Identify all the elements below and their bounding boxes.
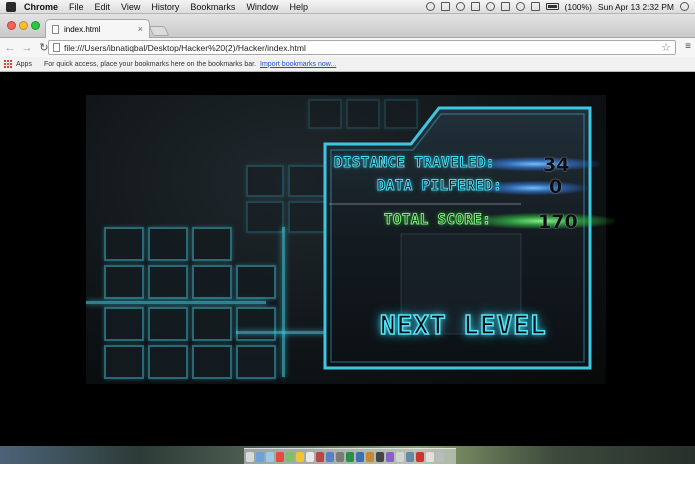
- grid-tile: [148, 265, 188, 299]
- data-pilfered-label: DATA PILFERED:: [376, 178, 503, 195]
- total-score-label: TOTAL SCORE:: [383, 212, 492, 229]
- skype-icon[interactable]: [425, 2, 435, 11]
- bookmarks-bar: Apps For quick access, place your bookma…: [0, 57, 695, 72]
- chat-icon[interactable]: [455, 2, 465, 11]
- app-icon[interactable]: [346, 451, 354, 462]
- downloads-stack-icon[interactable]: [426, 451, 434, 462]
- battery-percent: (100%): [564, 1, 592, 12]
- grid-tile: [246, 201, 284, 233]
- menu-bookmarks[interactable]: Bookmarks: [190, 2, 235, 12]
- data-row: DATA PILFERED:: [376, 178, 503, 195]
- menu-edit[interactable]: Edit: [95, 2, 111, 12]
- menu-file[interactable]: File: [69, 2, 84, 12]
- data-pilfered-value: 0: [549, 176, 563, 198]
- app-icon[interactable]: [356, 451, 364, 462]
- apps-grid-icon[interactable]: [4, 60, 12, 68]
- zoom-window-button[interactable]: [31, 21, 40, 30]
- grid-tile: [104, 227, 144, 261]
- time-machine-icon[interactable]: [485, 2, 495, 11]
- distance-value: 34: [543, 154, 570, 176]
- grid-tile: [192, 227, 232, 261]
- calendar-icon[interactable]: [306, 451, 314, 462]
- close-window-button[interactable]: [7, 21, 16, 30]
- page-icon: [52, 24, 59, 34]
- grid-tile: [104, 307, 144, 341]
- launchpad-icon[interactable]: [256, 451, 264, 462]
- grid-tile: [236, 307, 276, 341]
- circuit-line: [86, 301, 266, 304]
- import-bookmarks-link[interactable]: Import bookmarks now...: [260, 61, 336, 68]
- new-tab-button[interactable]: [148, 26, 170, 36]
- grid-tile: [148, 307, 188, 341]
- notes-icon[interactable]: [296, 451, 304, 462]
- url-text[interactable]: file:///Users/ibnatiqbal/Desktop/Hacker%…: [64, 43, 306, 53]
- dropbox-icon[interactable]: [440, 2, 450, 11]
- bookmarks-hint: For quick access, place your bookmarks h…: [43, 60, 257, 68]
- grid-tile: [246, 165, 284, 197]
- display-icon[interactable]: [470, 2, 480, 11]
- bookmark-star-icon[interactable]: ☆: [661, 41, 671, 54]
- wifi-icon[interactable]: [515, 2, 525, 11]
- tab-title: index.html: [64, 24, 101, 34]
- grid-tile: [192, 307, 232, 341]
- total-score-value: 170: [538, 211, 578, 233]
- apps-shortcut[interactable]: Apps: [16, 61, 32, 68]
- spotlight-search-icon[interactable]: [680, 2, 689, 11]
- safari-icon[interactable]: [266, 451, 274, 462]
- menu-history[interactable]: History: [151, 2, 179, 12]
- address-bar[interactable]: file:///Users/ibnatiqbal/Desktop/Hacker%…: [48, 40, 676, 55]
- grid-tile: [148, 345, 188, 379]
- menu-view[interactable]: View: [121, 2, 140, 12]
- grid-tile: [192, 345, 232, 379]
- app-store-icon[interactable]: [326, 451, 334, 462]
- grid-tile: [192, 265, 232, 299]
- app-icon[interactable]: [366, 451, 374, 462]
- clock[interactable]: Sun Apr 13 2:32 PM: [598, 2, 674, 12]
- app-icon[interactable]: [386, 451, 394, 462]
- forward-arrow-icon[interactable]: →: [20, 41, 34, 55]
- dock: [244, 448, 456, 464]
- finder-icon[interactable]: [246, 451, 254, 462]
- itunes-icon[interactable]: [316, 451, 324, 462]
- grid-tile: [236, 345, 276, 379]
- grid-tile: [104, 345, 144, 379]
- grid-tile: [236, 265, 276, 299]
- tab-index-html[interactable]: index.html ×: [45, 19, 150, 38]
- bluetooth-icon[interactable]: [500, 2, 510, 11]
- status-tray: (100%) Sun Apr 13 2:32 PM: [425, 1, 695, 12]
- grid-tile: [148, 227, 188, 261]
- menu-help[interactable]: Help: [289, 2, 308, 12]
- chrome-menu-icon[interactable]: ≡: [685, 41, 691, 52]
- menu-window[interactable]: Window: [246, 2, 278, 12]
- back-arrow-icon[interactable]: ←: [3, 41, 17, 55]
- macos-menu-bar: Chrome File Edit View History Bookmarks …: [0, 0, 695, 14]
- volume-icon[interactable]: [530, 2, 540, 11]
- battery-icon[interactable]: [545, 3, 559, 10]
- messages-icon[interactable]: [286, 451, 294, 462]
- app-icon[interactable]: [416, 451, 424, 462]
- apple-icon[interactable]: [6, 1, 16, 12]
- total-row: TOTAL SCORE:: [383, 212, 492, 229]
- app-icon[interactable]: [396, 451, 404, 462]
- desktop-blank-area: [0, 464, 695, 494]
- tab-strip: index.html ×: [0, 14, 695, 38]
- circuit-line: [236, 331, 326, 334]
- preferences-icon[interactable]: [336, 451, 344, 462]
- chrome-window: index.html × ← → ↻ file:///Users/ibnatiq…: [0, 14, 695, 94]
- next-level-button[interactable]: NEXT LEVEL: [379, 310, 547, 342]
- distance-label: DISTANCE TRAVELED:: [334, 155, 495, 172]
- chrome-icon[interactable]: [276, 451, 284, 462]
- minimize-window-button[interactable]: [19, 21, 28, 30]
- file-icon: [53, 43, 60, 52]
- distance-row: DISTANCE TRAVELED:: [334, 155, 495, 172]
- browser-toolbar: ← → ↻ file:///Users/ibnatiqbal/Desktop/H…: [0, 38, 695, 57]
- trash-icon[interactable]: [436, 451, 444, 462]
- app-icon[interactable]: [406, 451, 414, 462]
- tab-close-icon[interactable]: ×: [138, 24, 143, 34]
- terminal-icon[interactable]: [376, 451, 384, 462]
- menu-app-chrome[interactable]: Chrome: [24, 2, 58, 12]
- grid-tile: [104, 265, 144, 299]
- circuit-line: [282, 227, 285, 377]
